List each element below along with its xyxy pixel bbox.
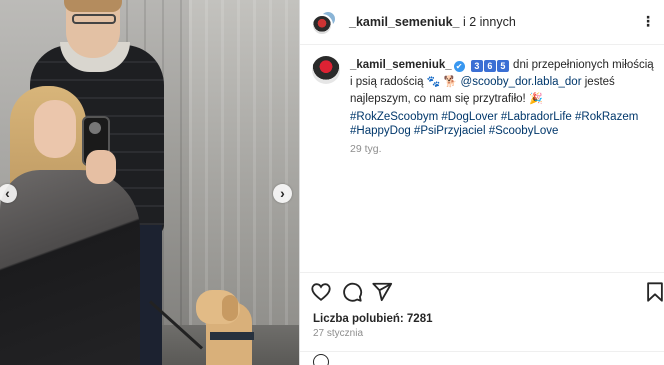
caption-text: _kamil_semeniuk_ ✔ 365 dni przepełnionych…	[350, 57, 655, 108]
glasses	[72, 14, 116, 24]
keycap-digit-icon: 5	[496, 60, 509, 72]
woman-face	[34, 100, 76, 158]
header-collaborators[interactable]: i 2 innych	[460, 15, 516, 29]
post-sidebar: _kamil_semeniuk_ i 2 innych ⋮ _kamil_sem…	[299, 0, 664, 365]
paws-emoji-icon: 🐾	[426, 76, 441, 88]
avatar[interactable]	[312, 56, 340, 84]
comment-icon[interactable]	[341, 281, 363, 303]
party-emoji-icon: 🎉	[528, 93, 543, 105]
action-bar	[300, 278, 664, 306]
hashtag-list: #RokZeScoobym #DogLover #LabradorLife #R…	[350, 110, 655, 138]
avatar	[311, 14, 333, 36]
post-photo[interactable]: ‹ ›	[0, 0, 299, 365]
hand	[86, 150, 116, 184]
hashtag-line[interactable]: #HappyDog #PsiPrzyjaciel #ScoobyLove	[350, 124, 655, 138]
post-date: 27 stycznia	[313, 328, 364, 339]
dog-emoji-icon: 🐕	[443, 76, 458, 88]
header-username[interactable]: _kamil_semeniuk_	[349, 15, 460, 29]
dog-harness	[210, 332, 254, 340]
share-icon[interactable]	[371, 281, 393, 303]
woman-figure	[0, 170, 140, 365]
dog-ear	[222, 295, 238, 321]
man-hair	[64, 0, 122, 12]
emoji-picker-icon[interactable]	[313, 354, 329, 365]
divider	[300, 351, 664, 352]
mention-link[interactable]: @scooby_dor.labla_dor	[461, 76, 582, 88]
post-caption: _kamil_semeniuk_ ✔ 365 dni przepełnionych…	[300, 44, 664, 274]
likes-count[interactable]: Liczba polubień: 7281	[313, 313, 433, 325]
comment-timestamp: 29 tyg.	[350, 143, 382, 155]
hashtag-line[interactable]: #RokZeScoobym #DogLover #LabradorLife #R…	[350, 110, 655, 124]
keycap-digit-icon: 3	[470, 60, 483, 72]
verified-badge-icon: ✔	[453, 61, 465, 72]
more-options-icon[interactable]: ⋮	[641, 13, 655, 30]
caption-username[interactable]: _kamil_semeniuk_	[350, 59, 452, 71]
divider	[300, 272, 664, 273]
collab-avatars[interactable]	[311, 10, 337, 36]
phone-camera	[89, 122, 101, 134]
keycap-digit-icon: 6	[483, 60, 496, 72]
heart-icon[interactable]	[310, 281, 332, 303]
header-authors: _kamil_semeniuk_ i 2 innych	[349, 15, 516, 29]
post-header: _kamil_semeniuk_ i 2 innych ⋮	[300, 0, 664, 44]
carousel-next-button[interactable]: ›	[273, 184, 292, 203]
bookmark-icon[interactable]	[644, 281, 664, 303]
